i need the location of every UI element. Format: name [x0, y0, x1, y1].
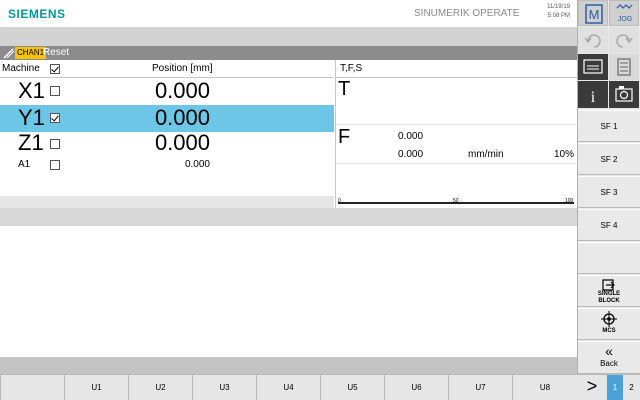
axis-position-value: 0.000	[154, 130, 210, 155]
redo-key[interactable]	[609, 27, 639, 53]
axis-checkbox[interactable]	[50, 86, 60, 96]
scale-label-100: 100	[565, 198, 574, 204]
axis-name: A1	[18, 159, 31, 170]
feed-value: 0.000	[398, 131, 424, 142]
axis-row-z1[interactable]: Z1 0.000	[0, 130, 334, 156]
softkey-sf2[interactable]: SF 2	[578, 143, 640, 175]
softkey-u2[interactable]: U2	[128, 375, 192, 400]
crosshair-icon	[601, 311, 617, 327]
scale-label-50: 50	[453, 198, 459, 204]
jog-label: JOG	[618, 16, 632, 23]
softkey-u6[interactable]: U6	[384, 375, 448, 400]
double-chevron-left-icon: «	[605, 343, 613, 359]
back-button[interactable]: « Back	[578, 341, 640, 374]
time-display: 5:08 PM	[547, 13, 570, 19]
channel-status-bar	[0, 46, 577, 60]
undo-icon	[584, 34, 601, 48]
softkey-u7[interactable]: U7	[448, 375, 512, 400]
calculator-key[interactable]	[609, 54, 639, 80]
channel-badge[interactable]: CHAN1	[15, 47, 47, 59]
axis-position-value: 0.000	[154, 105, 210, 130]
machine-key-label: M	[589, 7, 600, 22]
machine-area-key[interactable]: M	[578, 0, 608, 26]
divider	[336, 124, 577, 125]
info-icon: i	[591, 89, 596, 106]
header-checkbox[interactable]	[50, 64, 60, 74]
redo-icon	[616, 34, 633, 48]
scale-label-0: 0	[338, 198, 341, 204]
softkey-h-empty[interactable]	[0, 375, 64, 400]
tfs-panel	[335, 60, 577, 208]
machine-icon: M	[585, 4, 603, 24]
axis-checkbox[interactable]	[50, 113, 60, 123]
keyboard-key[interactable]	[578, 54, 608, 80]
position-column-header: Position [mm]	[152, 63, 213, 74]
info-key[interactable]: i	[578, 81, 608, 108]
feed-actual-value: 0.000	[398, 149, 424, 160]
table-empty-area	[0, 174, 334, 196]
axis-checkbox[interactable]	[50, 160, 60, 170]
mcs-label: MCS	[602, 328, 616, 334]
softkey-sf3[interactable]: SF 3	[578, 176, 640, 208]
single-block-icon	[602, 279, 615, 291]
page-2-button[interactable]: 2	[623, 375, 640, 400]
axis-row-a1[interactable]: A1 0.000	[0, 156, 334, 174]
feed-unit: mm/min	[468, 149, 504, 160]
softkey-u5[interactable]: U5	[320, 375, 384, 400]
tfs-panel-header	[336, 60, 577, 78]
info-band	[0, 208, 577, 226]
divider	[336, 163, 577, 164]
page-1-button[interactable]: 1	[607, 375, 623, 400]
softkey-u8[interactable]: U8	[512, 375, 577, 400]
more-softkeys-arrow[interactable]: >	[577, 375, 607, 400]
feed-override-percent: 10%	[553, 149, 574, 160]
status-band	[0, 357, 577, 374]
single-block-label: SINGLE BLOCK	[597, 291, 621, 304]
axis-checkbox[interactable]	[50, 139, 60, 149]
softkey-sf1[interactable]: SF 1	[578, 110, 640, 142]
tool-label: T	[338, 78, 351, 100]
siemens-logo: SIEMENS	[8, 7, 66, 21]
channel-state: Reset	[43, 47, 70, 58]
back-label: Back	[600, 359, 618, 368]
table-footer	[0, 196, 334, 208]
jog-mode-key[interactable]: JOG	[609, 0, 639, 26]
coordinate-system-label: Machine	[2, 63, 40, 74]
softkey-u3[interactable]: U3	[192, 375, 256, 400]
camera-icon	[615, 86, 633, 102]
softkey-u4[interactable]: U4	[256, 375, 320, 400]
softkey-sf4[interactable]: SF 4	[578, 209, 640, 241]
pencil-icon	[3, 48, 15, 59]
app-title: SINUMERIK OPERATE	[414, 8, 520, 19]
message-band	[0, 27, 577, 46]
axis-name: X1	[18, 78, 45, 103]
undo-key[interactable]	[578, 27, 608, 53]
svg-text:i: i	[591, 89, 596, 106]
axis-row-y1[interactable]: Y1 0.000	[0, 105, 334, 132]
screenshot-key[interactable]	[609, 81, 639, 108]
axis-name: Y1	[18, 105, 45, 130]
calculator-icon	[617, 58, 631, 76]
axis-position-value: 0.000	[184, 159, 210, 170]
date-display: 11/19/19	[547, 4, 570, 10]
axis-position-value: 0.000	[154, 78, 210, 103]
axis-row-x1[interactable]: X1 0.000	[0, 78, 334, 105]
mcs-button[interactable]: MCS	[578, 308, 640, 340]
softkey-empty[interactable]	[578, 242, 640, 274]
feed-label: F	[338, 126, 351, 148]
axis-name: Z1	[18, 130, 44, 155]
keyboard-icon	[583, 59, 603, 74]
single-block-button[interactable]: SINGLE BLOCK	[578, 275, 640, 307]
tfs-title: T,F,S	[340, 63, 363, 74]
jog-icon: JOG	[616, 4, 633, 23]
softkey-u1[interactable]: U1	[64, 375, 128, 400]
